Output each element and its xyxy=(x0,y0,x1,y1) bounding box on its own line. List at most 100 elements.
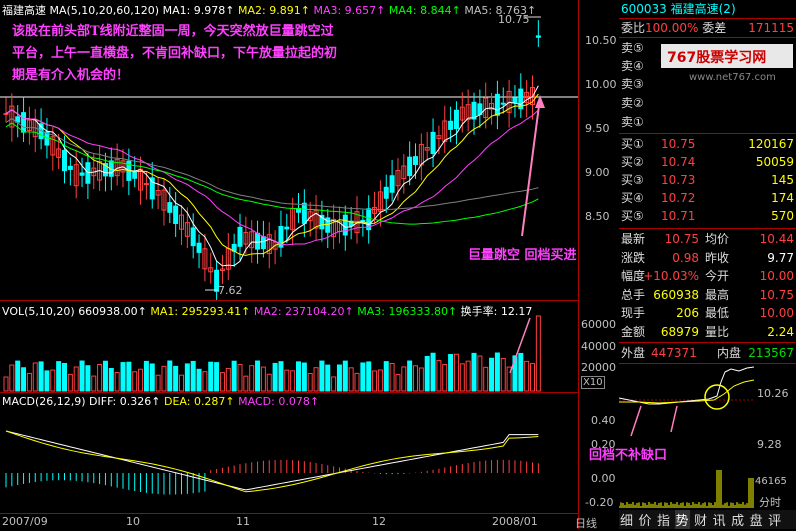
volume-bar xyxy=(524,360,530,392)
volume-bar xyxy=(465,360,471,392)
volume-bar xyxy=(401,366,407,392)
dea-value: DEA: 0.287↑ xyxy=(163,395,235,408)
tab-trend[interactable]: 势 xyxy=(674,510,690,529)
candle xyxy=(143,183,149,186)
vol-ma2: MA2: 237104.20↑ xyxy=(253,305,354,318)
candle xyxy=(255,232,261,250)
volume-bar xyxy=(126,361,132,392)
volume-bar xyxy=(190,360,196,392)
volume-bar xyxy=(331,376,337,392)
tab-price[interactable]: 价 xyxy=(638,510,653,529)
mini-vol-label: 46165 xyxy=(755,476,787,487)
volume-bar xyxy=(407,360,413,392)
macd-params: MACD(26,12,9) xyxy=(2,395,86,408)
candle xyxy=(494,93,500,116)
stat-row-3: 总手 660938 最高 10.75 xyxy=(621,287,794,302)
volume-panel[interactable]: VOL(5,10,20) 660938.00↑ MA1: 295293.41↑ … xyxy=(0,300,578,393)
vol-unit: X10 xyxy=(581,376,605,389)
candle xyxy=(190,227,196,247)
stat-row-4: 现手 206 最低 10.00 xyxy=(621,306,794,320)
volume-bar xyxy=(225,367,231,392)
macd-panel[interactable]: MACD(26,12,9) DIFF: 0.326↑ DEA: 0.287↑ M… xyxy=(0,392,578,514)
volume-bar xyxy=(448,354,454,392)
mini-time-label[interactable]: 分时 xyxy=(759,494,781,510)
intraday-chart[interactable] xyxy=(619,364,796,510)
kline-panel[interactable]: 福建高速 MA(5,10,20,60,120) MA1: 9.978↑ MA2:… xyxy=(0,0,578,308)
volume-bar xyxy=(518,352,524,392)
volume-bar xyxy=(489,357,495,392)
volume-bar xyxy=(67,373,73,392)
date-tick-3: 12 xyxy=(372,515,386,528)
mini-arrow-1 xyxy=(630,405,642,437)
date-tick-4: 2008/01 xyxy=(492,515,538,528)
quote-code-name: 600033 福建高速(2) xyxy=(621,2,736,16)
annotation-mini: 回档不补缺口 xyxy=(589,448,668,463)
volume-bar xyxy=(9,364,15,392)
annotation-line-2: 平台，上午一直横盘，不肯回补缺口，下午放量拉起的初 xyxy=(12,46,338,61)
volume-bar xyxy=(395,373,401,392)
volume-bar xyxy=(436,360,442,392)
volume-bar xyxy=(38,361,44,392)
price-tick-3: 9.00 xyxy=(585,166,610,179)
ma2-value: MA2: 9.891↑ xyxy=(238,4,310,17)
volume-bar xyxy=(202,371,208,392)
mini-price-top: 10.26 xyxy=(757,387,789,400)
volume-bar xyxy=(44,370,50,392)
candle xyxy=(500,102,506,105)
volume-bar xyxy=(138,368,144,392)
ma1-value: MA1: 9.978↑ xyxy=(162,4,235,17)
watermark-logo: 767股票学习网 xyxy=(661,44,793,68)
tab-deals[interactable]: 成 xyxy=(730,510,745,529)
candle xyxy=(512,97,518,104)
volume-bar xyxy=(56,361,62,392)
buy-2: 买② 10.74 50059 xyxy=(621,155,794,169)
vol-tick-2: 20000 xyxy=(581,361,616,374)
candle xyxy=(132,171,138,179)
quote-panel: 600033 福建高速(2) 委比100.00% 委差 171115 卖⑤ 卖④ … xyxy=(589,0,796,529)
volume-bar xyxy=(483,366,489,392)
annotation-line-1: 该股在前头部T线附近整固一周，今天突然放巨量跳空过 xyxy=(12,24,334,39)
volume-bar xyxy=(278,361,284,392)
volume-bar xyxy=(494,352,500,392)
volume-bar xyxy=(26,372,32,392)
volume-bar xyxy=(196,368,202,392)
volume-bar xyxy=(500,357,506,392)
tab-finance[interactable]: 财 xyxy=(693,510,708,529)
tab-detail[interactable]: 细 xyxy=(619,510,634,529)
candle xyxy=(301,202,307,224)
volume-bar xyxy=(155,374,161,392)
stat-row-0: 最新 10.75 均价 10.44 xyxy=(621,232,794,246)
volume-bar xyxy=(453,353,459,392)
sell-1: 卖① xyxy=(621,115,644,129)
volume-bar xyxy=(214,362,220,392)
candle xyxy=(383,186,389,199)
tab-index[interactable]: 指 xyxy=(656,510,671,529)
volume-bar xyxy=(179,374,184,392)
tab-book[interactable]: 盘 xyxy=(749,510,764,529)
candle xyxy=(407,156,413,177)
vol-params: VOL(5,10,20) xyxy=(2,305,75,318)
volume-bar xyxy=(167,360,173,392)
tab-review[interactable]: 评 xyxy=(767,510,782,529)
mini-price-bottom: 9.28 xyxy=(757,438,782,451)
stat-row-5: 金额 68979 量比 2.24 xyxy=(621,324,794,339)
annotation-line-3: 期是有介入机会的！ xyxy=(12,68,130,83)
volume-bar xyxy=(313,367,319,392)
volume-bar xyxy=(413,365,418,392)
volume-bar xyxy=(377,369,383,392)
tab-news[interactable]: 讯 xyxy=(712,510,727,529)
candle xyxy=(342,214,348,236)
volume-bar xyxy=(255,360,261,392)
candle xyxy=(237,226,243,247)
watermark-url: www.net767.com xyxy=(689,72,776,83)
volume-bar xyxy=(149,363,155,392)
candle xyxy=(260,236,266,250)
volume-bar xyxy=(342,360,348,392)
volume-bar xyxy=(132,371,138,392)
candle xyxy=(62,149,67,172)
volume-bar xyxy=(430,352,436,392)
price-tick-0: 10.50 xyxy=(585,34,617,47)
weicha-value: 171115 xyxy=(748,21,794,35)
macd-chart[interactable] xyxy=(0,393,578,514)
sell-2: 卖② xyxy=(621,96,644,110)
